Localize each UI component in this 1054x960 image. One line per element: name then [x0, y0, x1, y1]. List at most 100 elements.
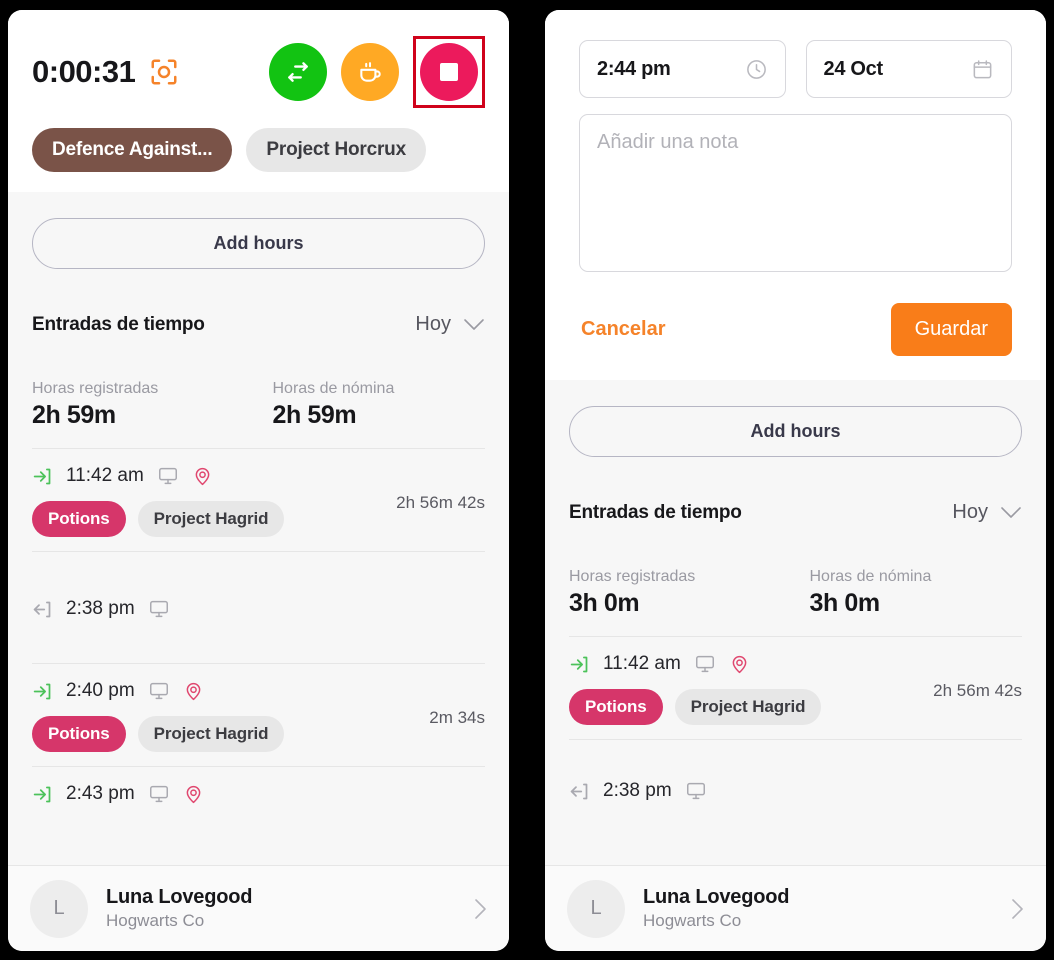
- user-meta: Luna Lovegood Hogwarts Co: [643, 886, 993, 931]
- logged-hours-block: Horas registradas 2h 59m: [32, 380, 259, 430]
- right-app-window: 2:44 pm 24 Oct Cancelar Guardar: [545, 10, 1046, 951]
- entry-time: 2:38 pm: [603, 780, 672, 801]
- payroll-hours-value: 3h 0m: [809, 589, 881, 617]
- timer-header: 0:00:31 Defence Against... Project Horcr…: [8, 10, 509, 192]
- monitor-icon: [149, 785, 168, 803]
- logged-hours-value: 2h 59m: [32, 401, 116, 429]
- arrow-exit-icon: [33, 601, 51, 617]
- timer-elapsed-value: 0:00:31: [32, 54, 136, 89]
- entry-project-tag[interactable]: Project Hagrid: [137, 501, 285, 537]
- time-entries-filter-label: Hoy: [952, 501, 988, 523]
- hours-totals: Horas registradas 3h 0m Horas de nómina …: [569, 568, 1022, 618]
- entry-category-tag[interactable]: Potions: [32, 501, 126, 537]
- timer-row: 0:00:31: [32, 36, 485, 108]
- entry-header: 2:38 pm: [569, 780, 1022, 802]
- entry-header: 2:43 pm: [32, 783, 485, 805]
- time-entry-row-partial[interactable]: 2:43 pm: [32, 766, 485, 819]
- payroll-hours-label: Horas de nómina: [809, 568, 932, 585]
- time-entries-filter-label: Hoy: [415, 313, 451, 335]
- coffee-cup-icon: [360, 62, 381, 82]
- date-field[interactable]: 24 Oct: [805, 40, 1012, 98]
- entry-tags: Potions Project Hagrid: [32, 716, 485, 752]
- entry-time: 2:43 pm: [66, 783, 135, 804]
- user-org: Hogwarts Co: [643, 911, 742, 930]
- project-pill[interactable]: Project Horcrux: [246, 128, 426, 172]
- switch-task-button[interactable]: [269, 43, 327, 101]
- entry-header: 11:42 am: [32, 465, 485, 487]
- entry-time: 11:42 am: [66, 465, 144, 486]
- time-entry-row[interactable]: 2:38 pm: [569, 739, 1022, 816]
- date-field-value: 24 Oct: [823, 57, 884, 80]
- payroll-hours-block: Horas de nómina 2h 59m: [259, 380, 486, 430]
- logged-hours-label: Horas registradas: [569, 568, 696, 585]
- time-entry-row[interactable]: 2:38 pm: [32, 551, 485, 663]
- form-action-row: Cancelar Guardar: [579, 303, 1012, 356]
- time-entry-list: 11:42 am 2h 56m 42s Potions Project Hagr…: [32, 448, 485, 819]
- capture-frame-icon[interactable]: [149, 57, 179, 87]
- avatar: L: [30, 879, 88, 938]
- time-entry-row[interactable]: 11:42 am 2h 56m 42s Potions Project Hagr…: [32, 448, 485, 551]
- payroll-hours-value: 2h 59m: [272, 401, 357, 429]
- entry-time: 2:38 pm: [66, 598, 135, 619]
- left-content-area: Add hours Entradas de tiempo Hoy Horas r…: [8, 192, 509, 865]
- entry-duration: 2m 34s: [429, 708, 485, 727]
- time-entries-filter[interactable]: Hoy: [415, 313, 485, 336]
- arrow-enter-icon: [33, 683, 51, 699]
- location-pin-icon: [186, 682, 201, 700]
- payroll-hours-block: Horas de nómina 3h 0m: [796, 568, 1023, 618]
- user-name: Luna Lovegood: [106, 886, 253, 908]
- monitor-icon: [158, 467, 177, 485]
- time-entries-title: Entradas de tiempo: [569, 501, 742, 523]
- time-field[interactable]: 2:44 pm: [579, 40, 786, 98]
- clock-icon: [746, 59, 766, 79]
- arrow-exit-icon: [570, 783, 588, 799]
- time-entry-row[interactable]: 11:42 am 2h 56m 42s Potions Project Hagr…: [569, 636, 1022, 739]
- add-hours-button[interactable]: Add hours: [569, 406, 1022, 457]
- add-hours-button[interactable]: Add hours: [32, 218, 485, 269]
- time-entries-header: Entradas de tiempo Hoy: [32, 313, 485, 336]
- switch-arrows-icon: [288, 62, 308, 82]
- cancel-button[interactable]: Cancelar: [579, 310, 668, 349]
- task-pill[interactable]: Defence Against...: [32, 128, 233, 172]
- time-field-value: 2:44 pm: [597, 57, 671, 80]
- location-pin-icon: [186, 785, 201, 803]
- timer-display-group: 0:00:31: [32, 54, 179, 90]
- monitor-icon: [149, 600, 168, 618]
- avatar: L: [567, 879, 625, 938]
- save-button[interactable]: Guardar: [890, 303, 1012, 356]
- entry-category-tag[interactable]: Potions: [569, 689, 663, 725]
- monitor-icon: [149, 682, 168, 700]
- chevron-right-icon: [475, 898, 486, 919]
- chevron-right-icon: [1012, 898, 1023, 919]
- monitor-icon: [686, 782, 705, 800]
- time-entries-filter[interactable]: Hoy: [952, 501, 1022, 524]
- entry-category-tag[interactable]: Potions: [32, 716, 126, 752]
- chevron-down-icon: [1001, 507, 1021, 518]
- entry-project-tag[interactable]: Project Hagrid: [674, 689, 822, 725]
- entry-header: 2:40 pm: [32, 680, 485, 702]
- payroll-hours-label: Horas de nómina: [272, 380, 395, 397]
- monitor-icon: [695, 655, 714, 673]
- time-date-field-row: 2:44 pm 24 Oct: [579, 40, 1012, 98]
- time-entry-row[interactable]: 2:40 pm 2m 34s Potions Project Hagrid: [32, 663, 485, 766]
- logged-hours-label: Horas registradas: [32, 380, 159, 397]
- note-input[interactable]: [579, 114, 1012, 272]
- user-account-bar[interactable]: L Luna Lovegood Hogwarts Co: [8, 865, 509, 951]
- time-entries-header: Entradas de tiempo Hoy: [569, 501, 1022, 524]
- user-meta: Luna Lovegood Hogwarts Co: [106, 886, 456, 931]
- right-content-area: Add hours Entradas de tiempo Hoy Horas r…: [545, 380, 1046, 865]
- user-account-bar[interactable]: L Luna Lovegood Hogwarts Co: [545, 865, 1046, 951]
- entry-header: 11:42 am: [569, 653, 1022, 675]
- add-entry-form: 2:44 pm 24 Oct Cancelar Guardar: [545, 10, 1046, 380]
- time-entries-title: Entradas de tiempo: [32, 313, 205, 335]
- stop-button[interactable]: [420, 43, 478, 101]
- timer-action-buttons: [269, 36, 485, 108]
- entry-duration: 2h 56m 42s: [933, 681, 1022, 700]
- entry-project-tag[interactable]: Project Hagrid: [137, 716, 285, 752]
- current-task-pills: Defence Against... Project Horcrux: [32, 128, 485, 172]
- location-pin-icon: [195, 467, 210, 485]
- entry-header: 2:38 pm: [32, 598, 485, 620]
- user-org: Hogwarts Co: [106, 911, 205, 930]
- break-button[interactable]: [341, 43, 399, 101]
- logged-hours-block: Horas registradas 3h 0m: [569, 568, 796, 618]
